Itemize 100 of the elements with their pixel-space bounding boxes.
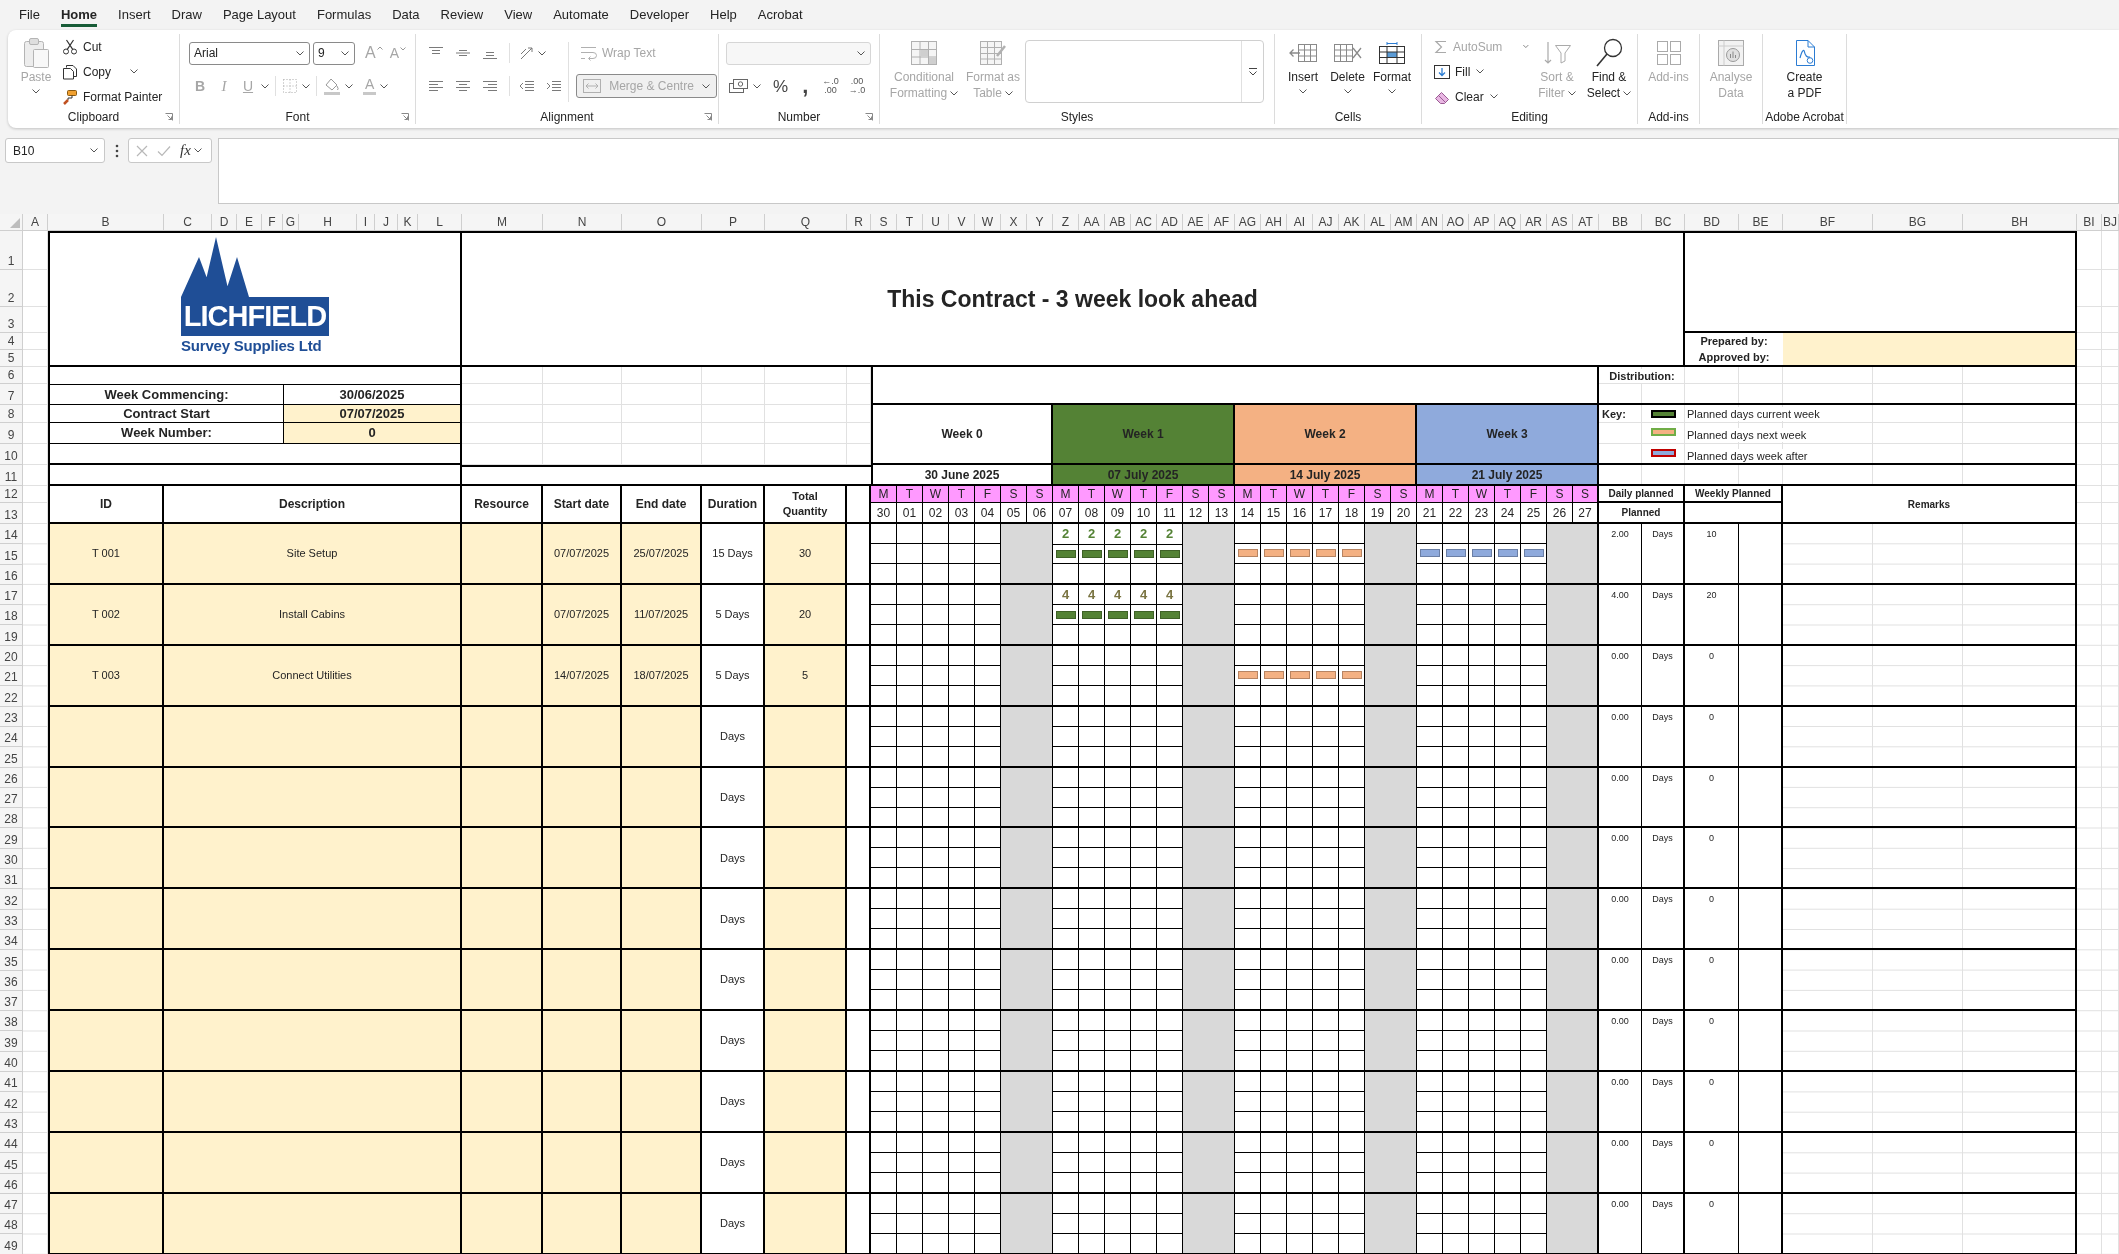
column-header[interactable]: BB [1599,214,1642,231]
menu-tab[interactable]: Page Layout [222,0,296,27]
column-header[interactable]: AK [1339,214,1365,231]
row-header[interactable]: 19 [0,625,23,646]
insert-button[interactable]: Insert [1281,34,1325,110]
row-header[interactable]: 42 [0,1092,23,1113]
row-header[interactable]: 16 [0,564,23,585]
find-select-button[interactable]: Find & Select [1583,34,1635,110]
menu-tab[interactable]: Automate [553,0,609,27]
decrease-decimal-button[interactable]: .00 →.0 [848,77,866,95]
menu-tab[interactable]: Developer [629,0,690,27]
row-header[interactable]: 30 [0,848,23,870]
menu-tab[interactable]: File [19,0,40,27]
column-header[interactable]: L [418,214,462,231]
column-header[interactable]: AN [1417,214,1443,231]
column-header[interactable]: BF [1783,214,1873,231]
row-header[interactable]: 13 [0,503,23,524]
row-header[interactable]: 29 [0,828,23,849]
expand-icon[interactable] [1247,66,1258,77]
row-header[interactable]: 33 [0,909,23,930]
column-header[interactable]: M [462,214,543,231]
column-header[interactable]: AI [1287,214,1313,231]
column-header[interactable]: AR [1521,214,1547,231]
column-header[interactable]: AL [1365,214,1391,231]
row-header[interactable]: 4 [0,333,23,350]
row-header[interactable]: 25 [0,747,23,768]
column-header[interactable]: AS [1547,214,1573,231]
percent-style-button[interactable]: % [773,77,789,95]
row-header[interactable]: 44 [0,1132,23,1154]
row-header[interactable]: 23 [0,706,23,727]
column-header[interactable]: BE [1739,214,1783,231]
row-header[interactable]: 5 [0,350,23,367]
format-painter-button[interactable]: Format Painter [62,84,163,109]
column-header[interactable]: S [871,214,897,231]
column-header[interactable]: G [283,214,299,231]
menu-tab[interactable]: Draw [171,0,202,27]
column-header[interactable]: BC [1642,214,1685,231]
row-header[interactable]: 43 [0,1112,23,1133]
row-header[interactable]: 49 [0,1234,23,1254]
row-header[interactable]: 15 [0,544,23,565]
row-header[interactable]: 32 [0,889,23,910]
row-header[interactable]: 40 [0,1051,23,1072]
column-header[interactable]: AC [1131,214,1157,231]
row-header[interactable]: 35 [0,950,23,971]
menu-tab[interactable]: Review [440,0,484,27]
column-header[interactable]: P [702,214,765,231]
delete-button[interactable]: Delete [1325,34,1370,110]
column-header[interactable]: AM [1391,214,1417,231]
row-header[interactable]: 26 [0,767,23,788]
column-header[interactable]: AD [1157,214,1183,231]
column-header[interactable]: V [949,214,975,231]
column-header[interactable]: B [48,214,164,231]
row-header[interactable]: 47 [0,1193,23,1215]
row-header[interactable]: 2 [0,270,23,307]
align-left-icon[interactable] [428,79,444,93]
dialog-launcher-icon[interactable] [865,113,873,121]
column-header[interactable]: R [847,214,871,231]
menu-tab[interactable]: Data [392,0,420,27]
menu-tab[interactable]: Home [60,0,98,27]
column-header[interactable]: AE [1183,214,1209,231]
row-header[interactable]: 24 [0,726,23,748]
column-header[interactable]: E [237,214,262,231]
font-name-field[interactable]: Arial [189,41,310,65]
column-header[interactable]: K [398,214,418,231]
row-header[interactable]: 3 [0,307,23,333]
menu-tab[interactable]: Acrobat [757,0,803,27]
row-header[interactable]: 14 [0,524,23,545]
column-header[interactable]: I [357,214,375,231]
column-header[interactable]: D [212,214,237,231]
column-header[interactable]: A [23,214,48,231]
increase-decimal-button[interactable]: ←.0 .00 [822,77,839,95]
row-header[interactable]: 41 [0,1072,23,1093]
row-header[interactable]: 45 [0,1153,23,1174]
row-header[interactable]: 39 [0,1031,23,1052]
more-options-icon[interactable] [115,144,119,158]
cell-styles-gallery[interactable] [1025,40,1264,103]
clear-button[interactable]: Clear [1434,84,1529,109]
row-header[interactable]: 46 [0,1173,23,1194]
fill-button[interactable]: Fill [1434,59,1529,84]
align-center-icon[interactable] [455,79,471,93]
row-header[interactable]: 28 [0,808,23,829]
decrease-indent-icon[interactable] [519,79,535,93]
row-header[interactable]: 22 [0,686,23,707]
column-header[interactable]: O [622,214,702,231]
column-header[interactable]: AA [1079,214,1105,231]
column-header[interactable]: Y [1027,214,1053,231]
column-header[interactable]: N [543,214,622,231]
column-header[interactable]: AB [1105,214,1131,231]
row-header[interactable]: 20 [0,645,23,667]
row-header[interactable]: 9 [0,423,23,444]
row-header[interactable]: 34 [0,929,23,951]
column-header[interactable]: F [262,214,283,231]
dialog-launcher-icon[interactable] [704,113,712,121]
column-header[interactable]: BH [1963,214,2077,231]
column-header[interactable]: AT [1573,214,1599,231]
column-header[interactable]: AP [1469,214,1495,231]
row-header[interactable]: 11 [0,465,23,486]
row-header[interactable]: 1 [0,231,23,270]
column-header[interactable]: Z [1053,214,1079,231]
column-header[interactable]: H [299,214,357,231]
